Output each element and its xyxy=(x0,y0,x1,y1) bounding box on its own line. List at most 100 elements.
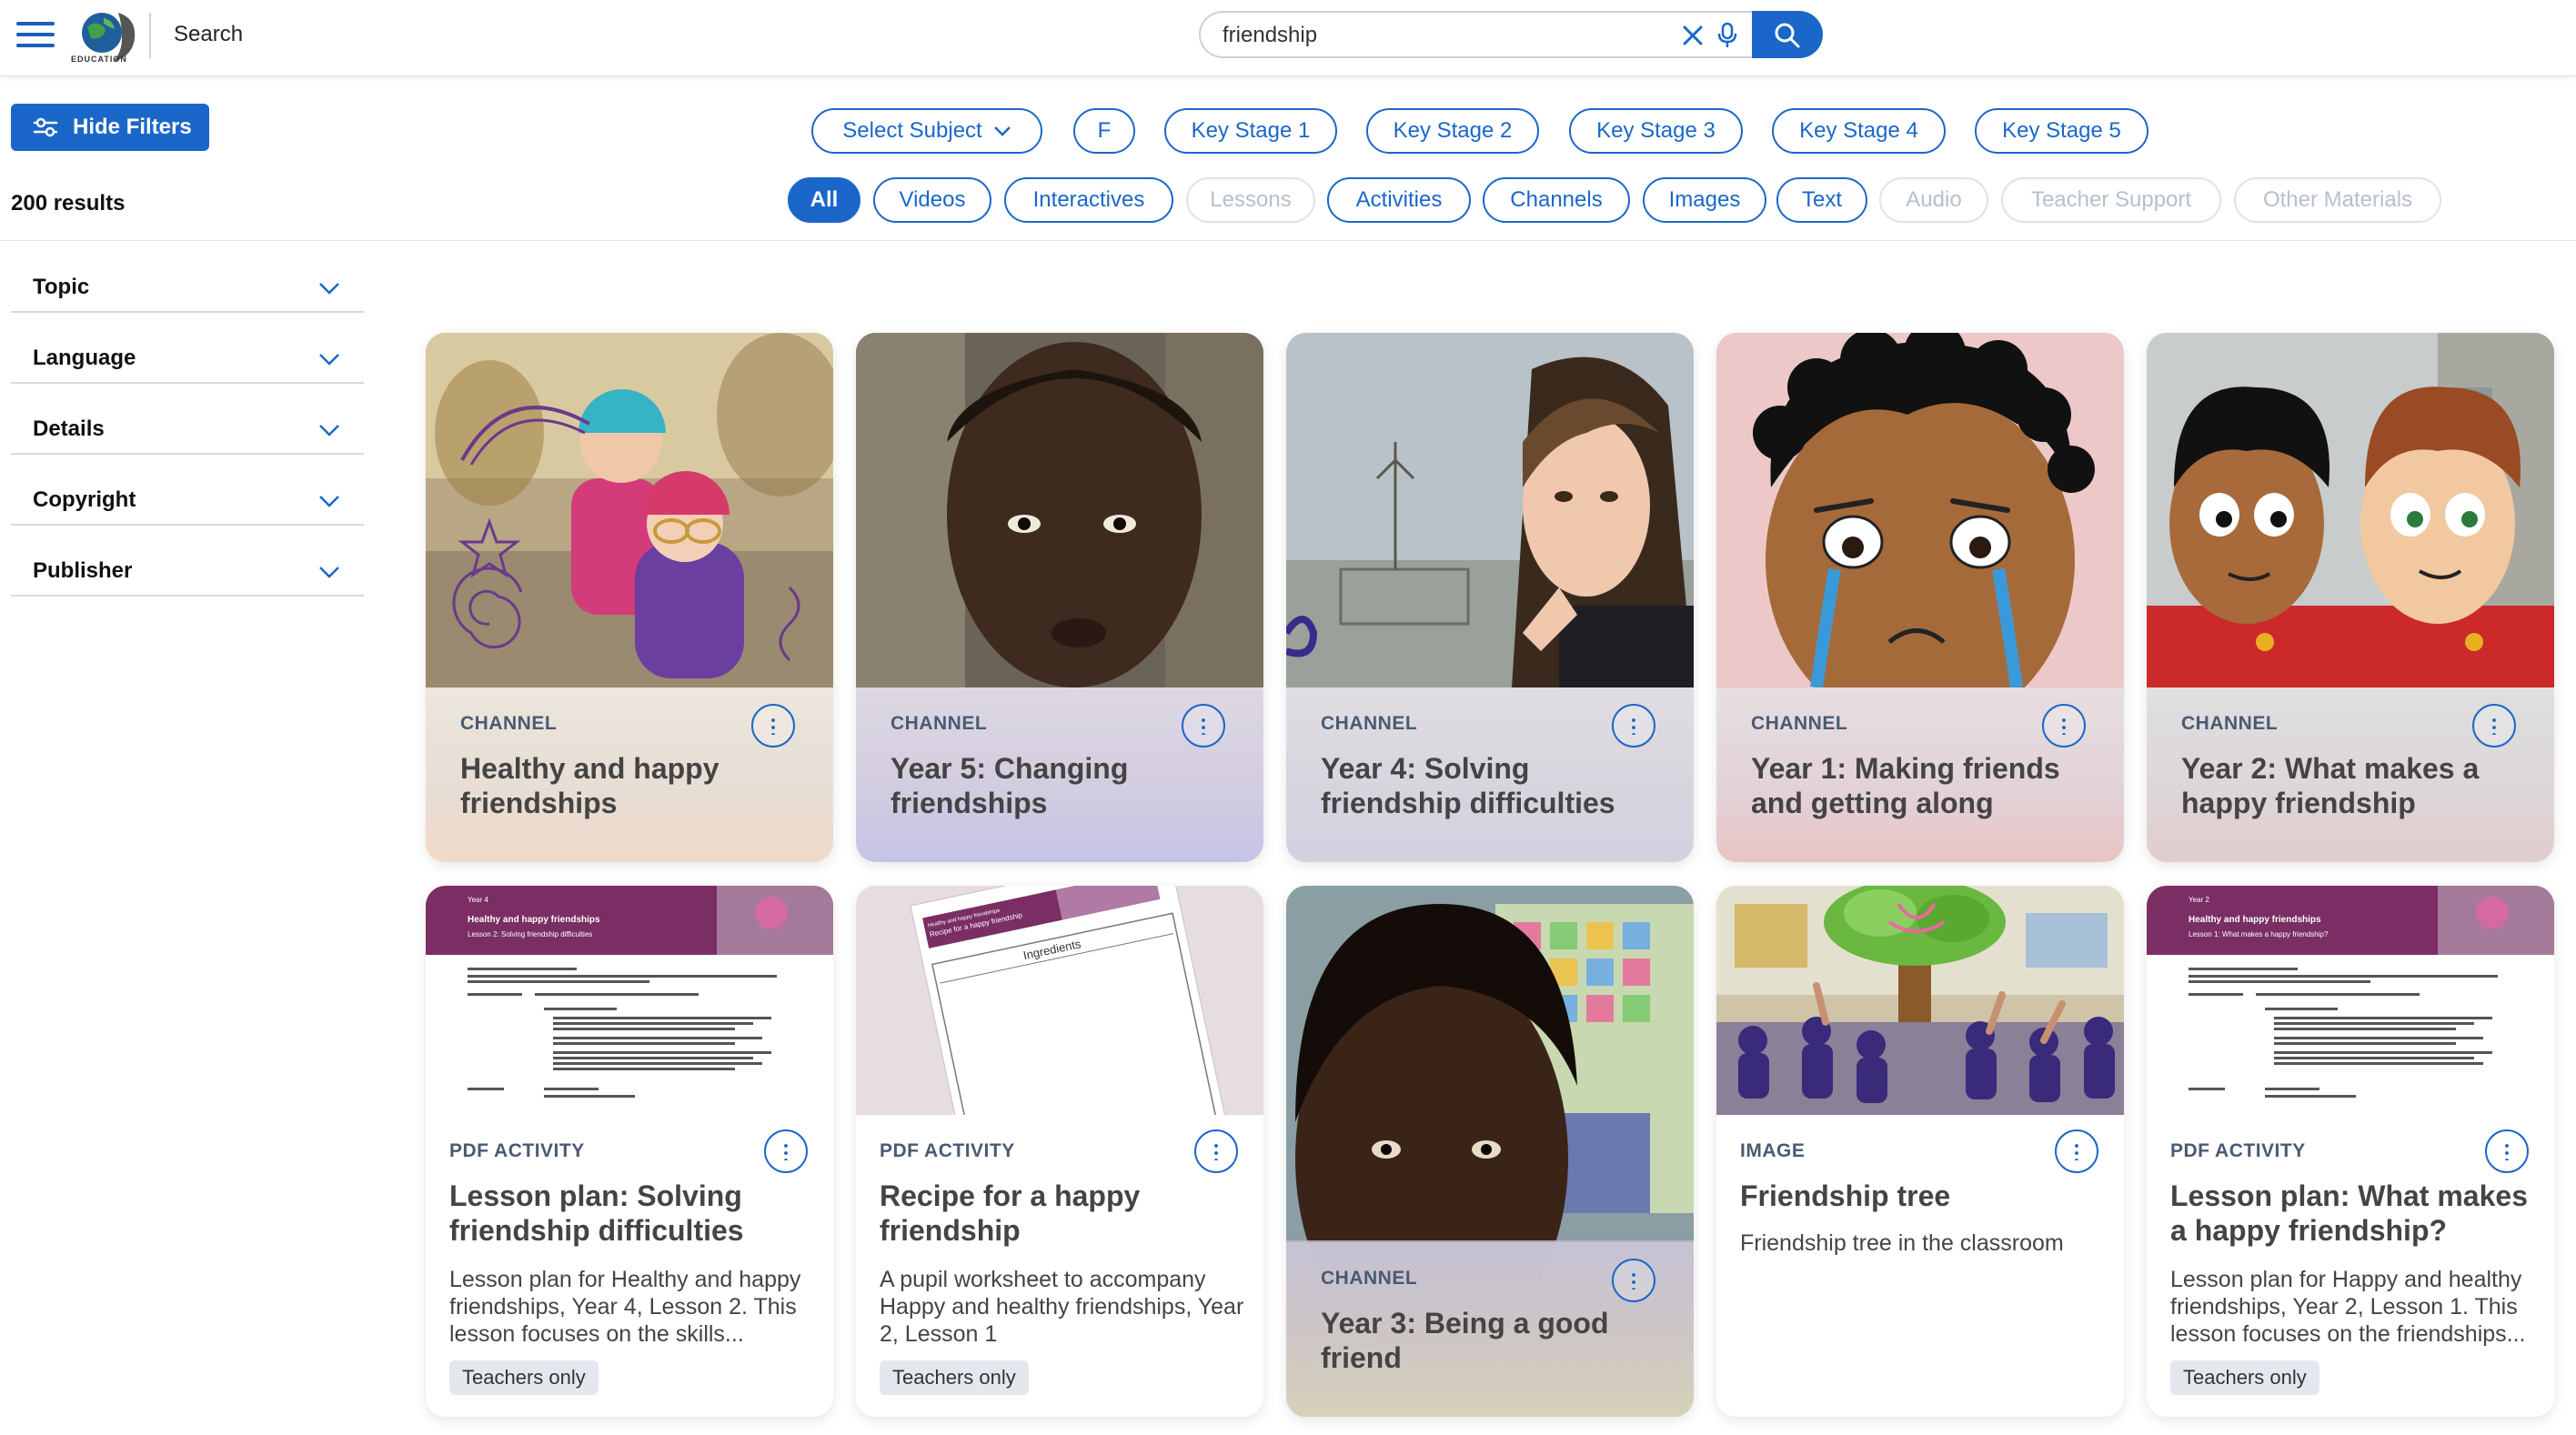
facet-topic[interactable]: Topic xyxy=(11,242,364,313)
key-stage-1-button[interactable]: Key Stage 1 xyxy=(1164,108,1337,154)
search-input[interactable] xyxy=(1223,20,1641,51)
card-thumbnail: Year 2 Healthy and happy friendships Les… xyxy=(2147,886,2554,1115)
stage-label: Key Stage 1 xyxy=(1191,118,1311,143)
card-footer: CHANNEL Year 4: Solving friendship diffi… xyxy=(1286,687,1694,862)
card-title: Year 3: Being a good friend xyxy=(1321,1307,1609,1374)
more-options-icon[interactable] xyxy=(2042,704,2086,748)
teachers-only-badge: Teachers only xyxy=(2170,1360,2319,1395)
card-title: Lesson plan: Solving friendship difficul… xyxy=(449,1179,744,1247)
type-label: Channels xyxy=(1510,187,1603,212)
card-thumbnail xyxy=(1716,333,2124,687)
chevron-down-icon xyxy=(319,496,339,507)
card-title: Year 1: Making friends and getting along xyxy=(1751,752,2060,819)
result-card[interactable]: CHANNEL Year 5: Changing friendships xyxy=(856,333,1263,862)
more-options-icon[interactable] xyxy=(1194,1129,1238,1173)
teachers-only-badge: Teachers only xyxy=(880,1360,1029,1395)
result-card[interactable]: Year 4 Healthy and happy friendships Les… xyxy=(426,886,833,1417)
type-lessons-button[interactable]: Lessons xyxy=(1186,177,1315,223)
more-options-icon[interactable] xyxy=(751,704,795,748)
type-channels-button[interactable]: Channels xyxy=(1483,177,1630,223)
card-thumbnail xyxy=(856,333,1263,687)
type-videos-button[interactable]: Videos xyxy=(873,177,991,223)
result-card[interactable]: IMAGE Friendship tree Friendship tree in… xyxy=(1716,886,2124,1417)
result-card[interactable]: CHANNEL Year 4: Solving friendship diffi… xyxy=(1286,333,1694,862)
filter-sliders-icon xyxy=(33,117,58,137)
search-icon xyxy=(1775,23,1800,48)
microphone-icon[interactable] xyxy=(1717,22,1737,49)
key-stage-3-button[interactable]: Key Stage 3 xyxy=(1569,108,1743,154)
type-all-button[interactable]: All xyxy=(788,177,860,223)
hamburger-menu-icon[interactable] xyxy=(16,22,55,49)
more-options-icon[interactable] xyxy=(1612,704,1655,748)
subject-select-label: Select Subject xyxy=(842,118,982,143)
facet-copyright[interactable]: Copyright xyxy=(11,455,364,526)
type-text-button[interactable]: Text xyxy=(1776,177,1867,223)
facet-label: Publisher xyxy=(33,558,133,583)
result-card[interactable]: Healthy and happy friendships Recipe for… xyxy=(856,886,1263,1417)
more-options-icon[interactable] xyxy=(1612,1259,1655,1302)
card-thumbnail xyxy=(426,333,833,687)
type-label: Images xyxy=(1668,187,1741,212)
card-type: CHANNEL xyxy=(1321,713,1418,734)
type-label: Videos xyxy=(899,187,966,212)
toolbar-divider xyxy=(0,240,2576,241)
results-count: 200 results xyxy=(11,191,126,216)
facet-details[interactable]: Details xyxy=(11,384,364,455)
card-thumbnail xyxy=(1716,886,2124,1115)
facet-publisher[interactable]: Publisher xyxy=(11,526,364,597)
result-card[interactable]: Year 2 Healthy and happy friendships Les… xyxy=(2147,886,2554,1417)
more-options-icon[interactable] xyxy=(2485,1129,2529,1173)
type-teacher-support-button[interactable]: Teacher Support xyxy=(2001,177,2221,223)
facet-label: Language xyxy=(33,346,136,370)
card-thumbnail: Year 4 Healthy and happy friendships Les… xyxy=(426,886,833,1115)
chevron-down-icon xyxy=(319,283,339,295)
key-stage-5-button[interactable]: Key Stage 5 xyxy=(1975,108,2148,154)
card-description: Lesson plan for Happy and healthy friend… xyxy=(2170,1267,2526,1347)
search-box xyxy=(1199,11,1754,58)
type-interactives-button[interactable]: Interactives xyxy=(1004,177,1173,223)
search-button[interactable] xyxy=(1752,11,1823,58)
more-options-icon[interactable] xyxy=(2472,704,2516,748)
card-description: Friendship tree in the classroom xyxy=(1740,1230,2064,1256)
result-card[interactable]: CHANNEL Year 1: Making friends and getti… xyxy=(1716,333,2124,862)
card-title: Year 4: Solving friendship difficulties xyxy=(1321,752,1615,819)
card-title: Friendship tree xyxy=(1740,1179,1951,1212)
doc-title: Healthy and happy friendships xyxy=(468,915,600,925)
more-options-icon[interactable] xyxy=(1182,704,1225,748)
type-other-materials-button[interactable]: Other Materials xyxy=(2234,177,2441,223)
card-footer: CHANNEL Year 3: Being a good friend xyxy=(1286,1242,1694,1417)
subject-select[interactable]: Select Subject xyxy=(811,108,1042,154)
key-stage-4-button[interactable]: Key Stage 4 xyxy=(1772,108,1946,154)
facet-language[interactable]: Language xyxy=(11,313,364,384)
card-title: Lesson plan: What makes a happy friendsh… xyxy=(2170,1179,2528,1247)
chevron-down-icon xyxy=(993,126,1011,136)
card-footer: CHANNEL Year 1: Making friends and getti… xyxy=(1716,687,2124,862)
doc-year: Year 4 xyxy=(468,896,488,904)
page-title: Search xyxy=(174,22,244,46)
key-stage-2-button[interactable]: Key Stage 2 xyxy=(1366,108,1539,154)
clear-icon[interactable] xyxy=(1681,24,1705,47)
type-label: Lessons xyxy=(1210,187,1292,212)
card-description: Lesson plan for Healthy and happy friend… xyxy=(449,1267,801,1347)
card-title: Recipe for a happy friendship xyxy=(880,1179,1141,1247)
result-card[interactable]: CHANNEL Year 2: What makes a happy frien… xyxy=(2147,333,2554,862)
type-audio-button[interactable]: Audio xyxy=(1879,177,1988,223)
more-options-icon[interactable] xyxy=(2055,1129,2098,1173)
stage-label: Key Stage 4 xyxy=(1799,118,1918,143)
header-divider xyxy=(149,13,151,58)
teachers-only-badge: Teachers only xyxy=(449,1360,599,1395)
type-activities-button[interactable]: Activities xyxy=(1327,177,1471,223)
stage-label: Key Stage 2 xyxy=(1393,118,1513,143)
hide-filters-button[interactable]: Hide Filters xyxy=(11,104,209,151)
type-images-button[interactable]: Images xyxy=(1643,177,1766,223)
card-thumbnail xyxy=(2147,333,2554,687)
result-card[interactable]: CHANNEL Year 3: Being a good friend xyxy=(1286,886,1694,1417)
result-card[interactable]: CHANNEL Healthy and happy friendships xyxy=(426,333,833,862)
facet-label: Copyright xyxy=(33,487,136,512)
stage-f-button[interactable]: F xyxy=(1073,108,1135,154)
card-type: CHANNEL xyxy=(2181,713,2279,734)
facet-label: Topic xyxy=(33,275,90,299)
card-title: Healthy and happy friendships xyxy=(460,752,719,819)
logo-caption: EDUCATION xyxy=(71,55,127,64)
more-options-icon[interactable] xyxy=(764,1129,808,1173)
